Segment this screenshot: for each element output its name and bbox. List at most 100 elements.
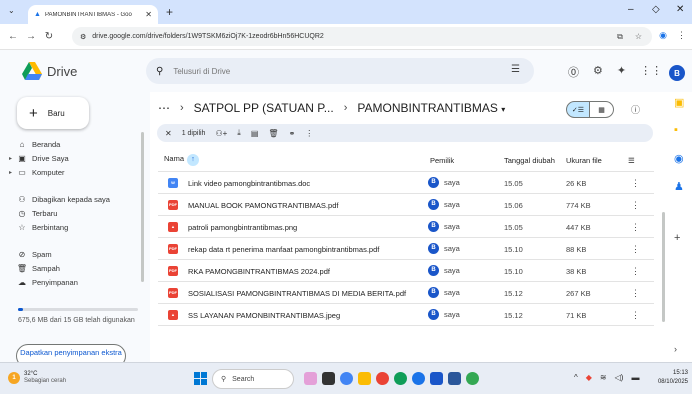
tray-app-icon[interactable]: ◆ bbox=[586, 373, 592, 382]
breadcrumb-parent[interactable]: SATPOL PP (SATUAN P... bbox=[194, 101, 334, 115]
file-row[interactable]: ▲ SS LAYANAN PAMONBINTRANTIBMAS.jpeg Bsa… bbox=[158, 304, 654, 326]
taskbar-search[interactable]: ⚲ Search bbox=[212, 369, 294, 389]
photos-app-icon[interactable] bbox=[376, 372, 389, 385]
browser-app-icon[interactable] bbox=[412, 372, 425, 385]
expand-caret-icon[interactable]: ▸ bbox=[0, 155, 12, 162]
more-actions-icon[interactable]: ⋮ bbox=[631, 244, 640, 255]
tab-list-icon[interactable]: ⌄ bbox=[8, 6, 15, 15]
wifi-icon[interactable]: ≋ bbox=[600, 373, 607, 382]
more-actions-icon[interactable]: ⋮ bbox=[631, 200, 640, 211]
sidebar-item-starred[interactable]: ☆ Berbintang bbox=[0, 220, 140, 234]
drive-logo-icon[interactable] bbox=[22, 62, 42, 80]
drive-search-bar[interactable]: ⚲ ☰ bbox=[146, 58, 534, 84]
more-actions-icon[interactable]: ⋮ bbox=[305, 129, 313, 138]
shared-icon: ⚇ bbox=[18, 194, 26, 204]
chrome-app-icon[interactable] bbox=[340, 372, 353, 385]
file-row[interactable]: PDF rekap data rt penerima manfaat pamon… bbox=[158, 238, 654, 260]
search-options-icon[interactable]: ☰ bbox=[511, 64, 520, 75]
share-person-icon[interactable]: ⚇+ bbox=[215, 129, 227, 138]
grid-view-button[interactable]: ▦ bbox=[590, 101, 614, 118]
file-list-scrollbar[interactable] bbox=[662, 212, 665, 322]
column-header-modified[interactable]: Tanggal diubah bbox=[504, 156, 555, 165]
edge-app-icon[interactable] bbox=[394, 372, 407, 385]
widgets-app-icon[interactable] bbox=[304, 372, 317, 385]
file-explorer-icon[interactable] bbox=[358, 372, 371, 385]
more-actions-icon[interactable]: ⋮ bbox=[631, 222, 640, 233]
search-input[interactable] bbox=[173, 66, 474, 76]
column-header-size[interactable]: Ukuran file bbox=[566, 156, 602, 165]
sort-arrow-up-icon[interactable]: ↑ bbox=[187, 154, 200, 166]
file-row[interactable]: PDF SOSIALISASI PAMONGBINTRANTIBMAS DI M… bbox=[158, 282, 654, 304]
breadcrumb-more-icon[interactable]: ⋯ bbox=[158, 101, 170, 115]
word-app-icon[interactable] bbox=[448, 372, 461, 385]
gemini-sparkle-icon[interactable]: ✦ bbox=[617, 64, 626, 80]
browser-tab[interactable]: ▲ PAMONBINTRANTIBMAS - Goo ✕ bbox=[28, 5, 158, 24]
sidebar-item-recent[interactable]: ◷ Terbaru bbox=[0, 206, 140, 220]
file-row[interactable]: ▲ patroli pamongbintrantibmas.png Bsaya … bbox=[158, 216, 654, 238]
tasks-icon[interactable]: ◉ bbox=[674, 152, 684, 165]
column-header-name[interactable]: Nama ↑ bbox=[164, 154, 200, 166]
search-icon[interactable]: ⚲ bbox=[156, 66, 163, 77]
sidebar-item-home[interactable]: ⌂ Beranda bbox=[0, 137, 140, 151]
back-icon[interactable]: ← bbox=[4, 31, 22, 42]
sidebar-item-spam[interactable]: ⊘ Spam bbox=[0, 247, 140, 261]
sort-options-icon[interactable]: ☰ bbox=[628, 156, 635, 165]
clear-selection-icon[interactable]: ✕ bbox=[165, 129, 172, 138]
breadcrumb-current[interactable]: PAMONBINTRANTIBMAS ▾ bbox=[357, 101, 505, 115]
list-view-button[interactable]: ✓☰ bbox=[566, 101, 590, 118]
more-actions-icon[interactable]: ⋮ bbox=[631, 288, 640, 299]
browser-menu-icon[interactable]: ⋮ bbox=[677, 30, 686, 41]
sidebar-item-trash[interactable]: 🗑 Sampah bbox=[0, 261, 140, 275]
keep-icon[interactable]: ▪ bbox=[674, 124, 678, 136]
volume-icon[interactable]: ◁) bbox=[615, 373, 624, 382]
profile-icon[interactable]: ◉ bbox=[659, 30, 667, 41]
details-info-icon[interactable]: ⓘ bbox=[631, 103, 640, 116]
chrome-active-app-icon[interactable] bbox=[466, 372, 479, 385]
tab-close-icon[interactable]: ✕ bbox=[145, 10, 152, 19]
file-row[interactable]: PDF MANUAL BOOK PAMONGTRANTIBMAS.pdf Bsa… bbox=[158, 194, 654, 216]
close-window-icon[interactable]: ✕ bbox=[676, 4, 684, 15]
install-app-icon[interactable]: ⧉ bbox=[617, 32, 623, 42]
sidebar-item-my-drive[interactable]: ▸ ▣ Drive Saya bbox=[0, 151, 140, 165]
task-view-icon[interactable] bbox=[322, 372, 335, 385]
more-actions-icon[interactable]: ⋮ bbox=[631, 178, 640, 189]
bookmark-star-icon[interactable]: ☆ bbox=[635, 32, 642, 42]
delete-icon[interactable]: 🗑 bbox=[268, 129, 278, 138]
calendar-icon[interactable]: ▣ bbox=[674, 96, 684, 109]
move-folder-icon[interactable]: ▤ bbox=[251, 129, 259, 138]
expand-caret-icon[interactable]: ▸ bbox=[0, 169, 12, 176]
address-bar[interactable]: ⚙ drive.google.com/drive/folders/1W9TSKM… bbox=[72, 27, 652, 46]
windows-start-icon[interactable] bbox=[194, 372, 207, 385]
sidebar-item-shared[interactable]: ⚇ Dibagikan kepada saya bbox=[0, 192, 140, 206]
sidebar-item-computers[interactable]: ▸ ▭ Komputer bbox=[0, 165, 140, 179]
file-row[interactable]: W Link video pamongbintrantibmas.doc Bsa… bbox=[158, 172, 654, 194]
settings-gear-icon[interactable]: ⚙ bbox=[593, 64, 603, 80]
reload-icon[interactable]: ↻ bbox=[40, 31, 58, 42]
collapse-panel-icon[interactable]: › bbox=[674, 344, 677, 354]
battery-icon[interactable]: ▬ bbox=[631, 373, 639, 382]
forward-icon[interactable]: → bbox=[22, 31, 40, 42]
help-icon[interactable]: ⓪ bbox=[568, 64, 579, 80]
new-button[interactable]: + Baru bbox=[17, 97, 89, 129]
file-row[interactable]: PDF RKA PAMONGBINTRANTIBMAS 2024.pdf Bsa… bbox=[158, 260, 654, 282]
weather-widget[interactable]: 1 32°C Sebagian cerah bbox=[8, 371, 66, 385]
account-avatar[interactable]: B bbox=[669, 65, 685, 81]
copy-link-icon[interactable]: ⚭ bbox=[289, 129, 296, 138]
taskbar-clock[interactable]: 15:13 08/10/2025 bbox=[648, 369, 688, 387]
store-app-icon[interactable] bbox=[430, 372, 443, 385]
maximize-icon[interactable]: ◇ bbox=[652, 4, 660, 15]
site-info-icon[interactable]: ⚙ bbox=[80, 33, 86, 41]
sidebar-scrollbar[interactable] bbox=[141, 132, 144, 282]
more-actions-icon[interactable]: ⋮ bbox=[631, 266, 640, 277]
apps-grid-icon[interactable]: ⋮⋮ bbox=[640, 64, 662, 80]
more-actions-icon[interactable]: ⋮ bbox=[631, 310, 640, 321]
contacts-icon[interactable]: ♟ bbox=[674, 180, 684, 193]
drive-favicon-icon: ▲ bbox=[34, 11, 41, 18]
add-addon-icon[interactable]: + bbox=[674, 232, 680, 244]
minimize-icon[interactable]: – bbox=[628, 4, 634, 15]
sidebar-item-storage[interactable]: ☁ Penyimpanan bbox=[0, 275, 140, 289]
download-icon[interactable]: ⤓ bbox=[237, 128, 241, 138]
tray-overflow-icon[interactable]: ^ bbox=[574, 373, 578, 382]
new-tab-icon[interactable]: + bbox=[166, 5, 173, 19]
column-header-owner[interactable]: Pemilik bbox=[430, 156, 454, 165]
